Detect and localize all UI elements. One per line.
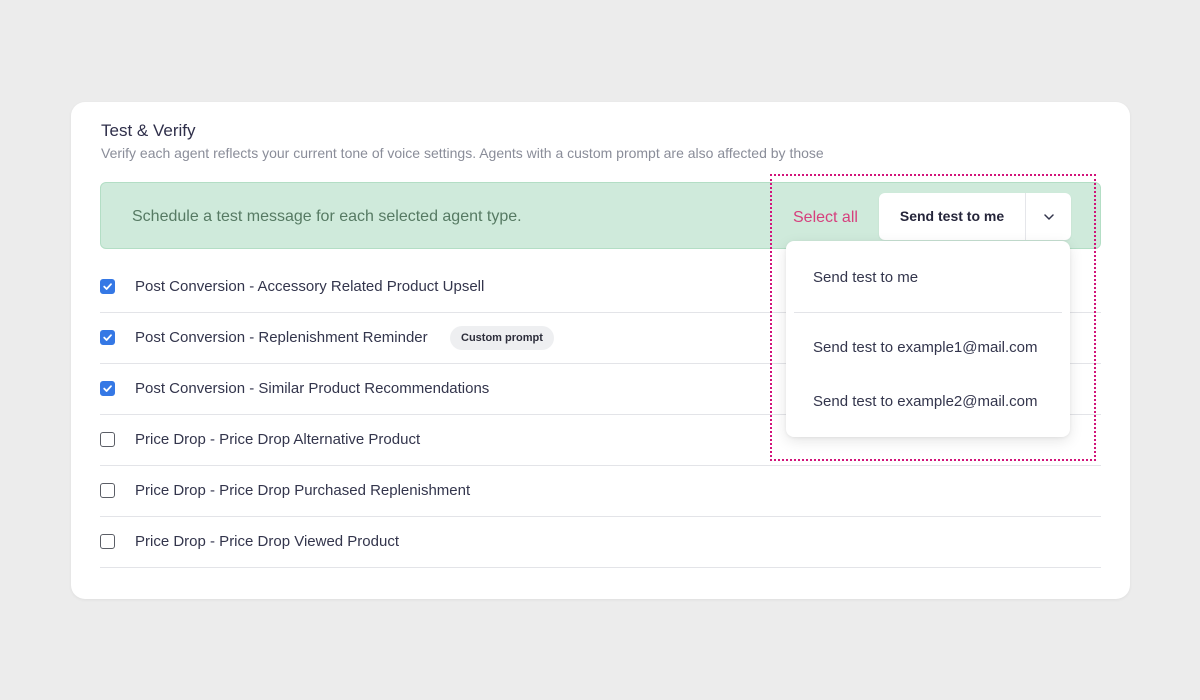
dropdown-item-send-to-example2[interactable]: Send test to example2@mail.com <box>813 393 1038 410</box>
agent-checkbox[interactable] <box>100 381 115 396</box>
list-item: Price Drop - Price Drop Viewed Product <box>100 517 1101 568</box>
send-test-dropdown-menu: Send test to me Send test to example1@ma… <box>786 241 1070 437</box>
banner-text: Schedule a test message for each selecte… <box>132 208 522 225</box>
agent-label: Post Conversion - Accessory Related Prod… <box>135 278 485 295</box>
agent-label: Price Drop - Price Drop Viewed Product <box>135 533 399 550</box>
dropdown-toggle-button[interactable] <box>1026 193 1071 240</box>
agent-checkbox[interactable] <box>100 330 115 345</box>
agent-checkbox[interactable] <box>100 483 115 498</box>
agent-label: Post Conversion - Replenishment Reminder <box>135 329 428 346</box>
agent-label: Post Conversion - Similar Product Recomm… <box>135 380 490 397</box>
send-test-split-button: Send test to me <box>879 193 1071 240</box>
dropdown-item-send-to-example1[interactable]: Send test to example1@mail.com <box>813 339 1038 356</box>
send-test-button[interactable]: Send test to me <box>879 193 1025 240</box>
section-title: Test & Verify <box>101 121 196 140</box>
agent-checkbox[interactable] <box>100 534 115 549</box>
agent-checkbox[interactable] <box>100 279 115 294</box>
agent-label: Price Drop - Price Drop Alternative Prod… <box>135 431 421 448</box>
dropdown-item-send-to-me[interactable]: Send test to me <box>813 269 918 286</box>
section-subtitle: Verify each agent reflects your current … <box>101 145 824 161</box>
list-item: Price Drop - Price Drop Purchased Replen… <box>100 466 1101 517</box>
dropdown-divider <box>794 312 1062 313</box>
custom-prompt-badge: Custom prompt <box>450 326 554 350</box>
chevron-down-icon <box>1043 213 1054 220</box>
select-all-link[interactable]: Select all <box>793 209 858 227</box>
schedule-banner: Schedule a test message for each selecte… <box>100 182 1101 249</box>
check-icon <box>103 283 112 290</box>
check-icon <box>103 385 112 392</box>
check-icon <box>103 334 112 341</box>
agent-label: Price Drop - Price Drop Purchased Replen… <box>135 482 471 499</box>
agent-checkbox[interactable] <box>100 432 115 447</box>
